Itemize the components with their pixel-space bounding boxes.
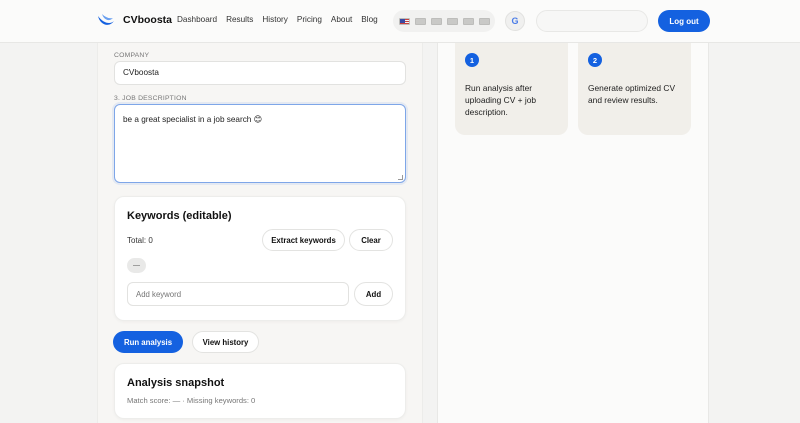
nav-dashboard[interactable]: Dashboard: [177, 15, 217, 24]
company-label: COMPANY: [114, 52, 150, 59]
keywords-title: Keywords (editable): [127, 210, 232, 222]
logout-button[interactable]: Log out: [658, 10, 710, 32]
clear-keywords-button[interactable]: Clear: [349, 229, 393, 251]
nav-blog[interactable]: Blog: [361, 15, 377, 24]
brand-logo-icon[interactable]: [96, 12, 116, 30]
step-text-2: Generate optimized CV and review results…: [588, 83, 676, 105]
keywords-total: Total: 0: [127, 236, 153, 245]
flag-us-icon[interactable]: [399, 17, 410, 25]
step-text-1: Run analysis after uploading CV + job de…: [465, 83, 537, 117]
flag-icon[interactable]: [479, 17, 490, 25]
job-description-label: 3. JOB DESCRIPTION: [114, 95, 187, 102]
header-search-input[interactable]: [536, 10, 648, 32]
analysis-snapshot-card: [114, 363, 406, 419]
add-keyword-button[interactable]: Add: [354, 282, 393, 306]
top-header: CVboosta Dashboard Results History Prici…: [0, 0, 800, 43]
main-nav: Dashboard Results History Pricing About …: [177, 15, 387, 24]
step-number-1: 1: [465, 53, 479, 67]
job-description-field[interactable]: be a great specialist in a job search 😊: [114, 104, 406, 183]
nav-about[interactable]: About: [331, 15, 352, 24]
flag-icon[interactable]: [431, 17, 442, 25]
snapshot-title: Analysis snapshot: [127, 377, 225, 389]
job-description-text: be a great specialist in a job search 😊: [123, 115, 263, 124]
add-keyword-input[interactable]: [127, 282, 349, 306]
flag-icon[interactable]: [415, 17, 426, 25]
brand-name[interactable]: CVboosta: [123, 14, 172, 26]
resize-handle-icon[interactable]: [398, 175, 403, 180]
extract-keywords-button[interactable]: Extract keywords: [262, 229, 345, 251]
view-history-button[interactable]: View history: [192, 331, 259, 353]
language-switcher: [393, 10, 495, 32]
google-icon[interactable]: G: [505, 11, 525, 31]
step-number-2: 2: [588, 53, 602, 67]
nav-history[interactable]: History: [262, 15, 287, 24]
flag-icon[interactable]: [463, 17, 474, 25]
flag-icon[interactable]: [447, 17, 458, 25]
snapshot-summary: Match score: — · Missing keywords: 0: [127, 396, 256, 405]
run-analysis-button[interactable]: Run analysis: [113, 331, 183, 353]
nav-results[interactable]: Results: [226, 15, 253, 24]
nav-pricing[interactable]: Pricing: [297, 15, 322, 24]
company-field[interactable]: CVboosta: [114, 61, 406, 85]
keyword-chip[interactable]: —: [127, 258, 146, 273]
